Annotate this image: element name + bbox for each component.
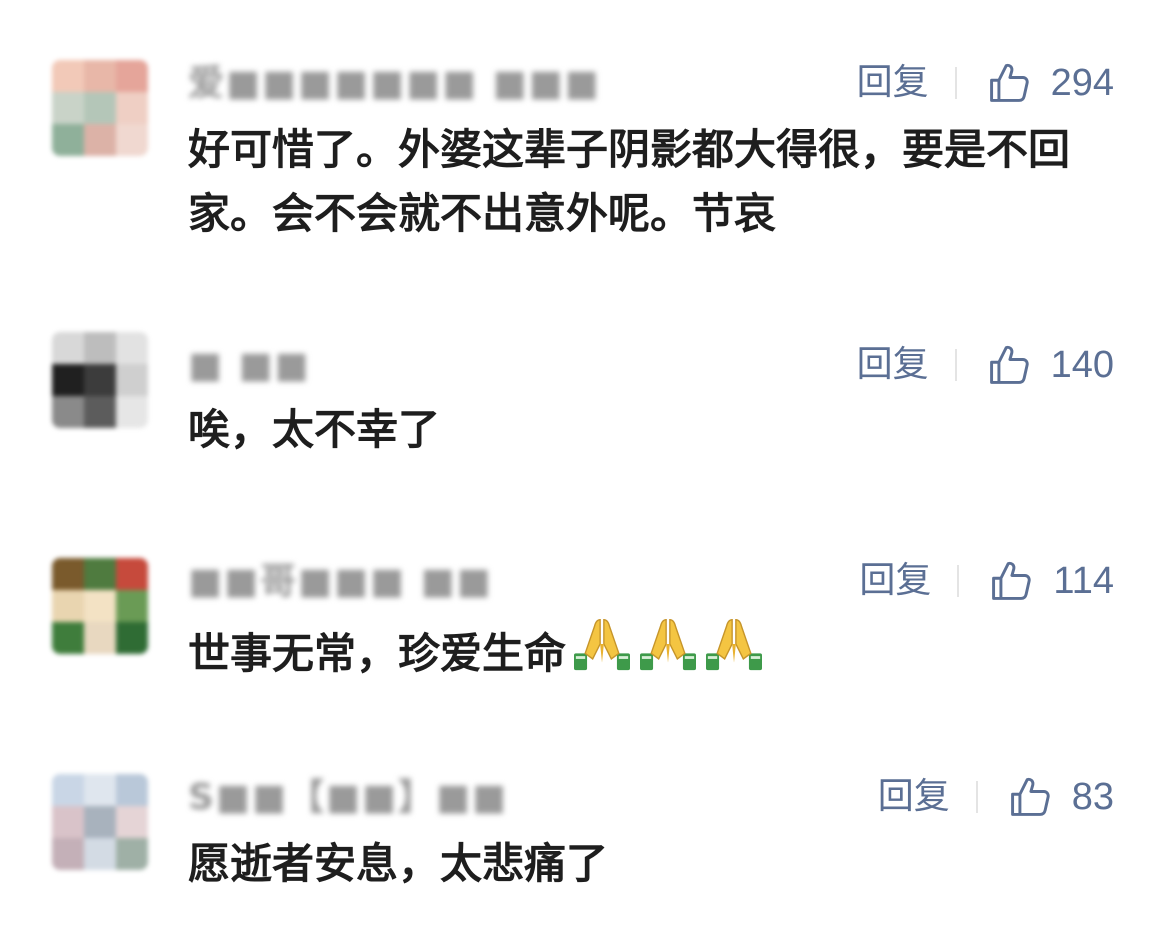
avatar-pixel [84,124,116,156]
avatar-pixel [84,364,116,396]
username[interactable]: 爱■■■■■■■ ■■■ [188,62,601,106]
avatar-pixel [52,396,84,428]
avatar-pixel [116,124,148,156]
reply-button[interactable]: 回复 [857,342,929,388]
avatar[interactable] [52,332,148,428]
avatar-pixel [116,364,148,396]
username[interactable]: S■■【■■】■■ [188,776,508,820]
avatar[interactable] [52,558,148,654]
username[interactable]: ■■哥■■■ ■■ [188,560,493,604]
like-count: 83 [1071,776,1114,818]
avatar-pixel [116,806,148,838]
avatar-pixel [84,838,116,870]
folded-hands-icon [704,616,770,690]
like-count: 294 [1050,62,1114,104]
avatar-pixel [84,806,116,838]
avatar-pixel [116,774,148,806]
avatar[interactable] [52,60,148,156]
comment-text: 愿逝者安息，太悲痛了 [188,839,609,888]
like-button[interactable]: 294 [987,60,1114,106]
comment-actions: 回复 83 [878,774,1114,820]
avatar-pixel [116,838,148,870]
emoji-row [572,616,770,690]
divider [954,349,957,381]
reply-button[interactable]: 回复 [878,774,950,820]
avatar-pixel [52,806,84,838]
comment-actions: 回复 140 [857,342,1114,388]
comment-text-content: 世事无常，珍爱生命 [188,629,567,678]
avatar-pixel [116,558,148,590]
avatar-pixel [84,774,116,806]
like-button[interactable]: 83 [1008,774,1114,820]
folded-hands-icon [572,616,638,690]
avatar-pixel [84,622,116,654]
reply-button[interactable]: 回复 [859,558,931,604]
avatar-pixel [52,558,84,590]
thumbs-up-icon [1008,775,1052,819]
divider [957,565,960,597]
avatar-pixel [52,838,84,870]
divider [954,67,957,99]
avatar-pixel [116,60,148,92]
avatar-pixel [84,558,116,590]
username[interactable]: ■ ■■ [188,344,311,388]
avatar-pixel [52,590,84,622]
avatar-pixel [52,332,84,364]
avatar-pixel [52,60,84,92]
like-count: 140 [1050,344,1114,386]
like-button[interactable]: 140 [987,342,1114,388]
comment-actions: 回复 294 [857,60,1114,106]
thumbs-up-icon [987,61,1031,105]
folded-hands-icon [638,616,704,690]
avatar-pixel [52,364,84,396]
avatar-pixel [84,396,116,428]
avatar-pixel [52,774,84,806]
reply-button[interactable]: 回复 [857,60,929,106]
avatar-pixel [84,590,116,622]
comment-text: 世事无常，珍爱生命 [188,616,1118,690]
avatar-pixel [116,590,148,622]
avatar-pixel [52,124,84,156]
like-count: 114 [1053,560,1114,602]
thumbs-up-icon [989,559,1033,603]
avatar-pixel [116,92,148,124]
avatar-pixel [52,92,84,124]
like-button[interactable]: 114 [989,558,1114,604]
avatar-pixel [84,60,116,92]
avatar-pixel [116,332,148,364]
avatar-pixel [84,332,116,364]
divider [975,781,978,813]
avatar-pixel [52,622,84,654]
avatar-pixel [116,622,148,654]
avatar-pixel [116,396,148,428]
avatar[interactable] [52,774,148,870]
thumbs-up-icon [987,343,1031,387]
comment-text: 好可惜了。外婆这辈子阴影都大得很，要是不回家。会不会就不出意外呢。节哀 [188,125,1071,238]
comment-text: 唉，太不幸了 [188,405,441,454]
avatar-pixel [84,92,116,124]
comment-actions: 回复 114 [859,558,1114,604]
